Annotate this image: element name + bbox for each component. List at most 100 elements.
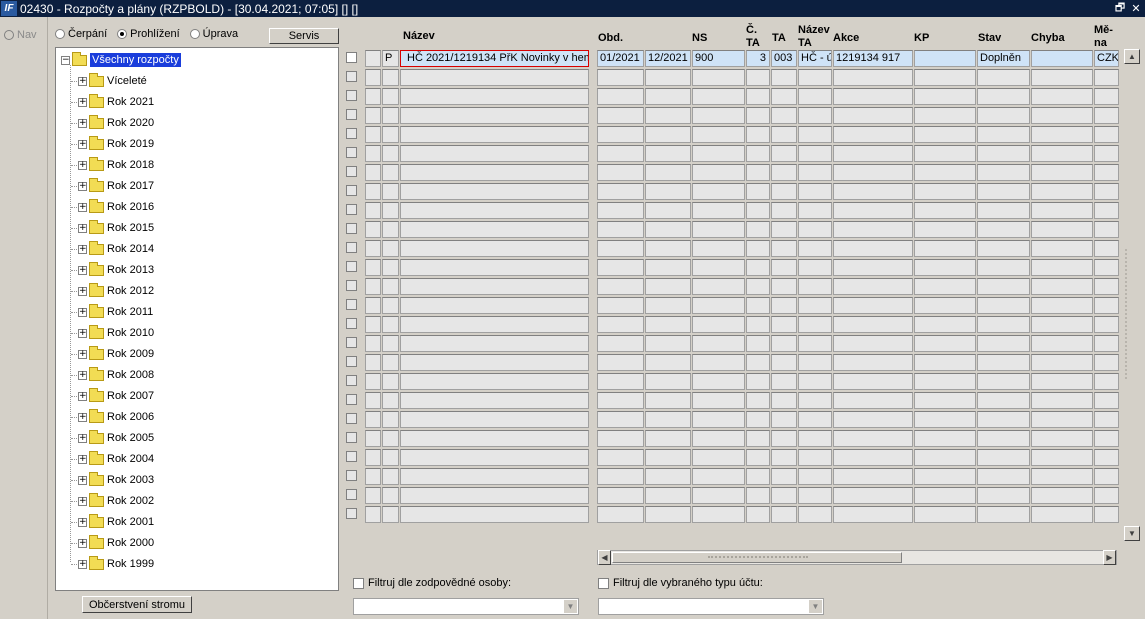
cell-nazev[interactable] [400,183,589,200]
tree-item[interactable]: + Rok 2001 [78,513,154,531]
cell-ta[interactable] [771,202,797,219]
chevron-down-icon[interactable]: ▼ [809,600,822,613]
cell-stav[interactable] [977,487,1030,504]
cell-ns[interactable] [692,449,745,466]
cell-stav[interactable] [977,411,1030,428]
cell-flag[interactable] [382,506,399,523]
cell-nazev[interactable] [400,202,589,219]
cell-obd-do[interactable] [645,221,691,238]
cell-flag[interactable] [382,373,399,390]
horizontal-scrollbar[interactable]: ◀ ▶ [597,550,1117,565]
cell-sel1[interactable] [365,183,381,200]
tree-item[interactable]: + Víceleté [78,72,147,90]
cell-akce[interactable] [833,335,913,352]
cell-stav[interactable] [977,69,1030,86]
cell-akce[interactable] [833,449,913,466]
row-checkbox[interactable] [346,413,357,424]
cell-stav[interactable] [977,221,1030,238]
cell-stav[interactable] [977,278,1030,295]
cell-nazev-ta[interactable] [798,411,832,428]
cell-chyba[interactable] [1031,392,1093,409]
tree-item[interactable]: + Rok 2012 [78,282,154,300]
cell-flag[interactable] [382,297,399,314]
expand-icon[interactable]: + [78,286,87,296]
expand-icon[interactable]: + [78,118,87,128]
cell-cta[interactable] [746,69,770,86]
cell-stav[interactable] [977,392,1030,409]
cell-ta[interactable] [771,126,797,143]
column-header-nazevta-1[interactable]: Název [798,24,830,36]
tree-item[interactable]: + Rok 2017 [78,177,154,195]
cell-chyba[interactable] [1031,145,1093,162]
cell-stav[interactable] [977,297,1030,314]
cell-kp[interactable] [914,88,976,105]
tree-item[interactable]: + Rok 2003 [78,471,154,489]
cell-stav[interactable] [977,259,1030,276]
cell-obd-od[interactable] [597,107,644,124]
cell-akce[interactable] [833,164,913,181]
cell-nazev[interactable] [400,430,589,447]
mode-uprava[interactable]: Úprava [189,28,238,40]
cell-mena[interactable] [1094,145,1119,162]
cell-cta[interactable] [746,506,770,523]
row-checkbox[interactable] [346,242,357,253]
cell-stav[interactable] [977,240,1030,257]
cell-nazev[interactable] [400,487,589,504]
cell-obd-do[interactable] [645,183,691,200]
expand-icon[interactable]: + [78,97,87,107]
cell-sel1[interactable] [365,69,381,86]
cell-kp[interactable] [914,164,976,181]
cell-ta[interactable] [771,145,797,162]
cell-chyba[interactable] [1031,50,1093,67]
cell-nazev[interactable] [400,259,589,276]
cell-nazev-ta[interactable] [798,221,832,238]
cell-akce[interactable] [833,221,913,238]
cell-kp[interactable] [914,335,976,352]
cell-cta[interactable] [746,126,770,143]
cell-mena[interactable] [1094,259,1119,276]
row-checkbox[interactable] [346,90,357,101]
row-checkbox[interactable] [346,337,357,348]
cell-kp[interactable] [914,506,976,523]
cell-obd-od[interactable] [597,164,644,181]
tree-item[interactable]: + Rok 2009 [78,345,154,363]
column-header-akce[interactable]: Akce [833,32,859,44]
scroll-left-icon[interactable]: ◀ [598,550,611,565]
cell-obd-do[interactable] [645,506,691,523]
cell-ns[interactable]: 900 [692,50,745,67]
cell-nazev-ta[interactable] [798,145,832,162]
cell-obd-do[interactable]: 12/2021 [645,50,691,67]
cell-flag[interactable] [382,335,399,352]
cell-cta[interactable] [746,335,770,352]
cell-sel1[interactable] [365,278,381,295]
row-checkbox[interactable] [346,280,357,291]
cell-obd-od[interactable] [597,145,644,162]
tree-item[interactable]: + Rok 2019 [78,135,154,153]
tree-root[interactable]: − Všechny rozpočty [61,51,181,69]
cell-stav[interactable] [977,202,1030,219]
cell-obd-do[interactable] [645,88,691,105]
cell-sel1[interactable] [365,335,381,352]
cell-kp[interactable] [914,487,976,504]
cell-akce[interactable] [833,240,913,257]
cell-chyba[interactable] [1031,297,1093,314]
cell-chyba[interactable] [1031,164,1093,181]
expand-icon[interactable]: + [78,454,87,464]
cell-cta[interactable] [746,107,770,124]
cell-sel1[interactable] [365,297,381,314]
cell-nazev[interactable] [400,354,589,371]
expand-icon[interactable]: + [78,496,87,506]
row-checkbox[interactable] [346,356,357,367]
cell-cta[interactable] [746,411,770,428]
budget-tree[interactable]: − Všechny rozpočty + Víceleté + Rok 2021 + Rok … [55,47,339,591]
cell-ns[interactable] [692,221,745,238]
cell-ta[interactable] [771,259,797,276]
cell-akce[interactable] [833,202,913,219]
cell-flag[interactable] [382,88,399,105]
cell-akce[interactable] [833,430,913,447]
cell-stav[interactable] [977,126,1030,143]
cell-nazev[interactable] [400,69,589,86]
tree-item[interactable]: + Rok 2016 [78,198,154,216]
cell-mena[interactable] [1094,449,1119,466]
cell-flag[interactable] [382,107,399,124]
